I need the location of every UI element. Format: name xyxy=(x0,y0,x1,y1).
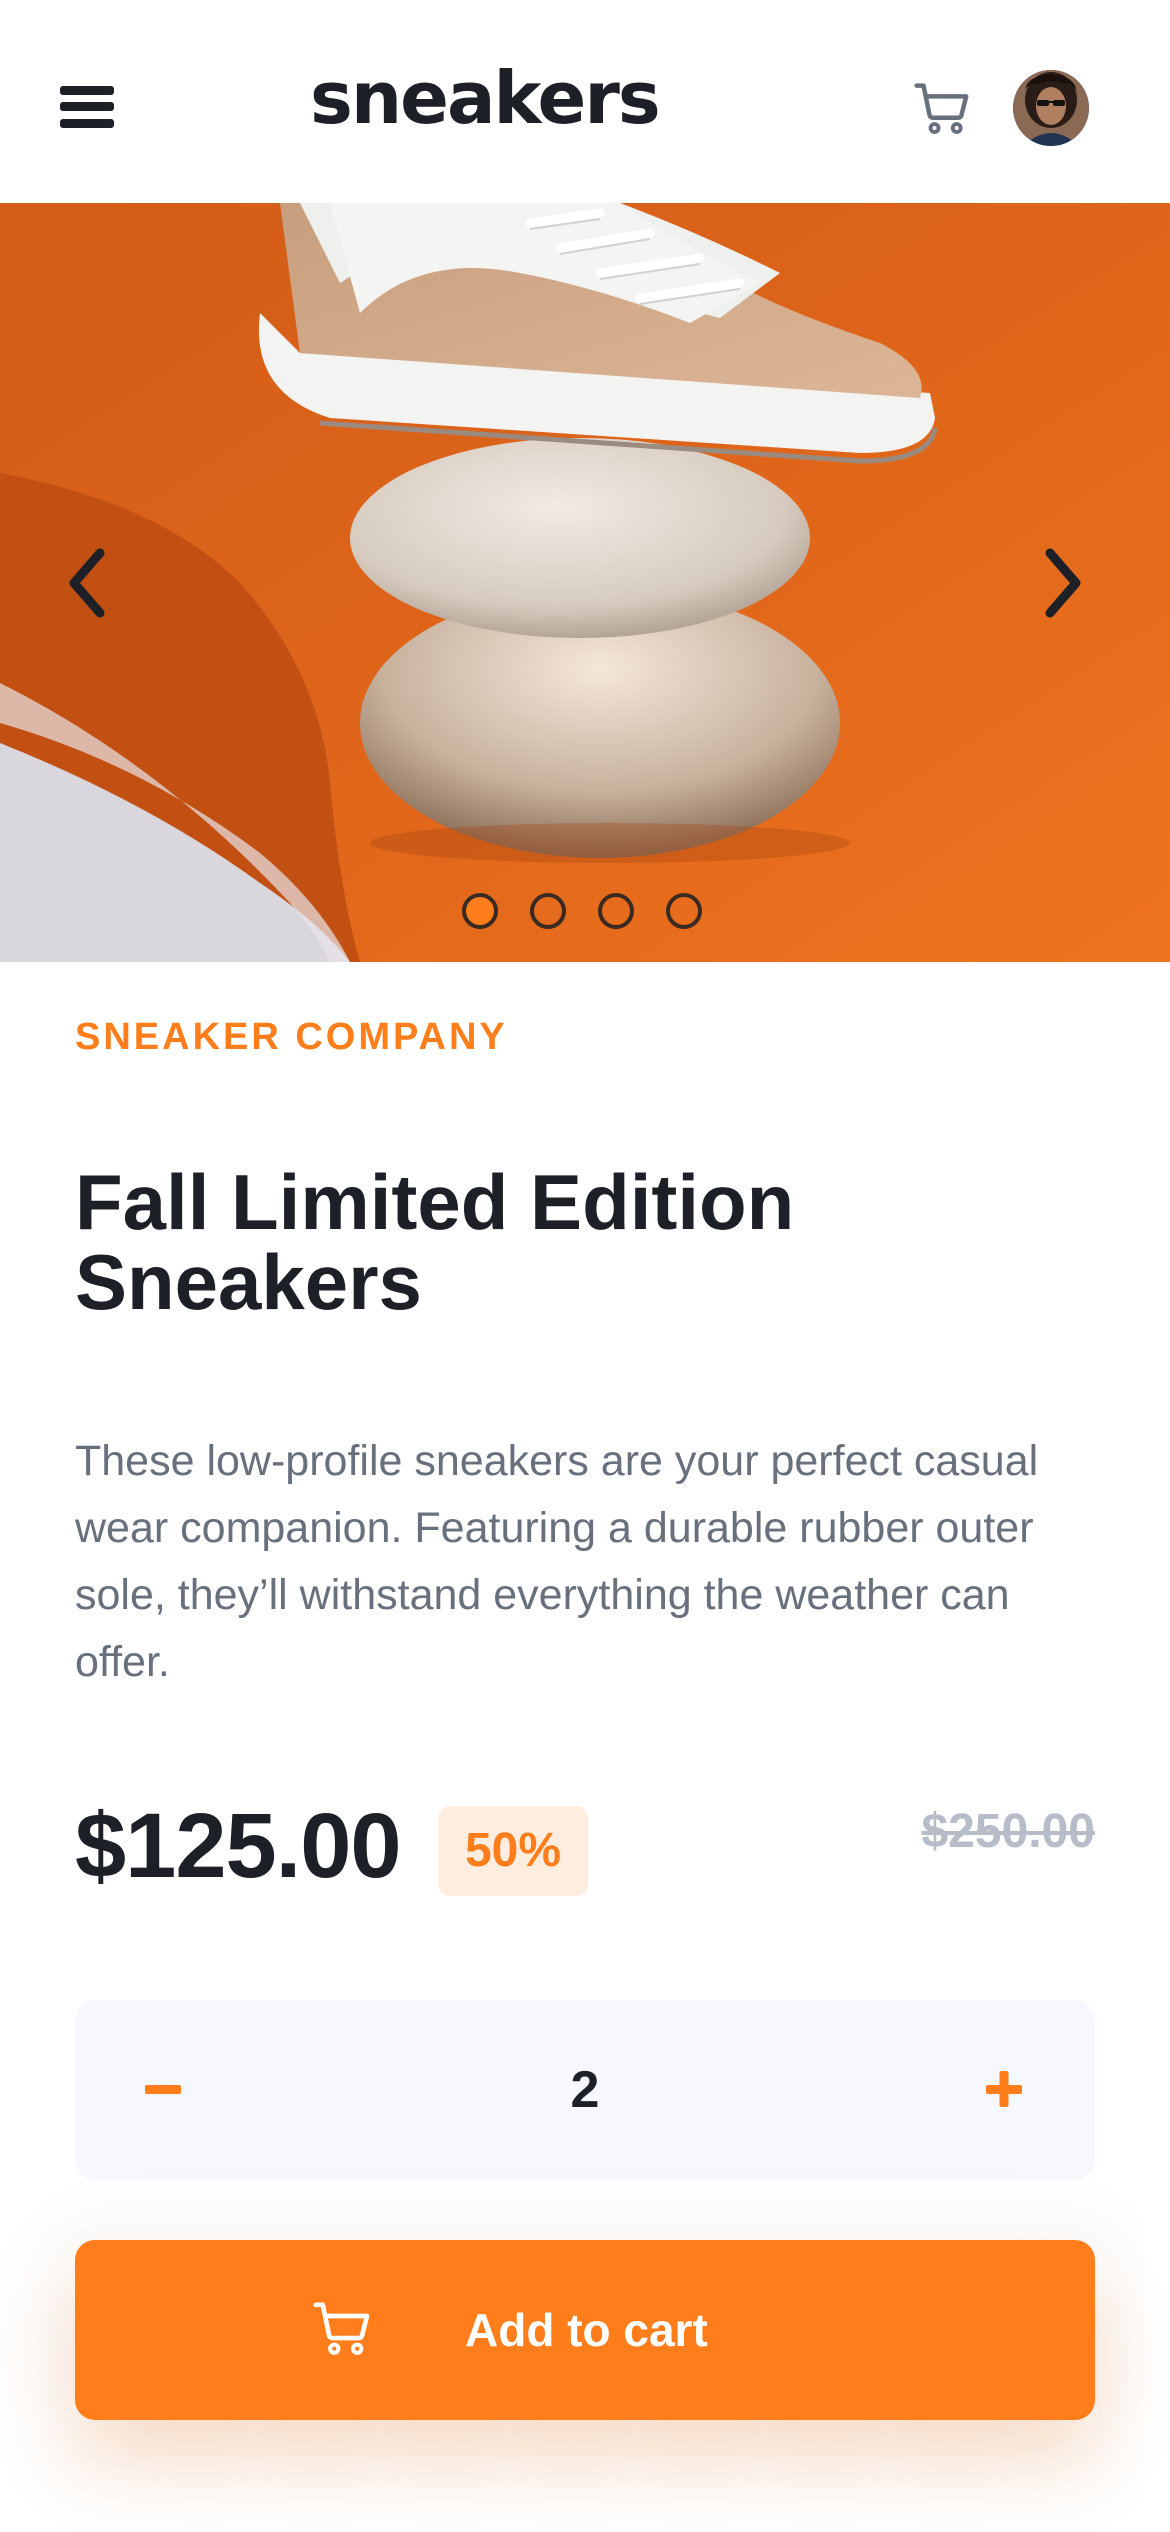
gallery-dot-1[interactable] xyxy=(462,893,498,929)
previous-image-button[interactable] xyxy=(58,543,118,623)
top-header: sneakers xyxy=(0,0,1170,203)
minus-icon xyxy=(145,2085,181,2094)
company-name: SNEAKER COMPANY xyxy=(75,1016,508,1058)
discount-badge: 50% xyxy=(438,1806,588,1896)
quantity-value: 2 xyxy=(570,2061,600,2119)
gallery-pagination xyxy=(462,893,712,937)
gallery-dot-4[interactable] xyxy=(666,893,702,929)
brand-logo[interactable]: sneakers xyxy=(310,62,661,134)
menu-bar xyxy=(60,102,114,111)
chevron-left-icon xyxy=(69,548,105,618)
product-image xyxy=(0,203,1170,962)
menu-icon[interactable] xyxy=(58,82,116,132)
next-image-button[interactable] xyxy=(1032,543,1092,623)
add-to-cart-label: Add to cart xyxy=(465,2304,708,2356)
gallery-dot-2[interactable] xyxy=(530,893,566,929)
original-price: $250.00 xyxy=(921,1805,1095,1858)
product-title: Fall Limited Edition Sneakers xyxy=(75,1158,795,1326)
cart-icon[interactable] xyxy=(914,80,972,136)
gallery-dot-3[interactable] xyxy=(598,893,634,929)
current-price: $125.00 xyxy=(75,1795,402,1897)
decrease-quantity-button[interactable] xyxy=(125,2045,215,2135)
menu-bar xyxy=(60,119,114,128)
chevron-right-icon xyxy=(1045,548,1081,618)
product-gallery xyxy=(0,203,1170,962)
product-description: These low-profile sneakers are your perf… xyxy=(75,1437,1039,1686)
increase-quantity-button[interactable] xyxy=(960,2045,1050,2135)
plus-icon xyxy=(986,2071,1022,2107)
avatar-image xyxy=(1013,70,1089,146)
avatar[interactable] xyxy=(1013,70,1089,146)
add-to-cart-button[interactable]: Add to cart xyxy=(75,2240,1095,2420)
quantity-stepper: 2 xyxy=(75,2000,1095,2180)
cart-icon xyxy=(313,2302,370,2355)
cart-icon-svg xyxy=(914,83,969,134)
menu-bar xyxy=(60,86,114,95)
